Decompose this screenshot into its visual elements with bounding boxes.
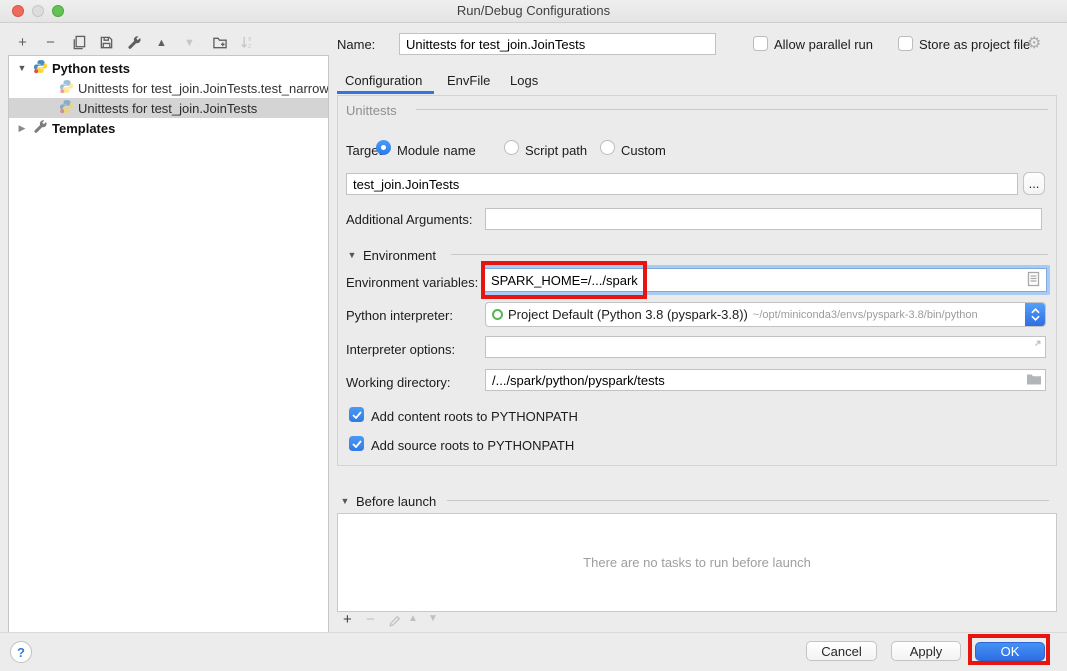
radio-script-path-label: Script path <box>525 143 587 158</box>
edit-task-pencil-icon <box>388 614 402 631</box>
python-interpreter-combobox[interactable]: Project Default (Python 3.8 (pyspark-3.8… <box>485 302 1046 327</box>
cancel-button[interactable]: Cancel <box>806 641 877 661</box>
move-up-button[interactable]: ▲ <box>153 34 170 51</box>
configuration-panel: Unittests Target: Module name Script pat… <box>337 95 1057 466</box>
tree-item-label: Unittests for test_join.JoinTests <box>78 101 257 116</box>
store-as-project-file-label: Store as project file <box>919 37 1030 52</box>
additional-arguments-input[interactable] <box>485 208 1042 230</box>
group-divider <box>416 109 1048 110</box>
chevron-collapsed-icon[interactable]: ▶ <box>17 123 27 134</box>
before-launch-collapse-icon[interactable]: ▼ <box>340 496 350 506</box>
add-task-button[interactable]: + <box>343 611 352 628</box>
before-launch-section-label: Before launch <box>356 494 436 509</box>
environment-variables-value: SPARK_HOME=/.../spark <box>491 273 638 288</box>
apply-button[interactable]: Apply <box>891 641 961 661</box>
python-interpreter-path: ~/opt/miniconda3/envs/pyspark-3.8/bin/py… <box>753 309 978 321</box>
environment-section-label: Environment <box>363 248 436 263</box>
radio-script-path[interactable] <box>504 140 519 155</box>
add-source-roots-label: Add source roots to PYTHONPATH <box>371 438 574 453</box>
edit-templates-wrench-icon[interactable] <box>126 34 143 51</box>
copy-configuration-icon[interactable] <box>70 34 87 51</box>
allow-parallel-run-checkbox[interactable] <box>753 36 768 51</box>
svg-text:a: a <box>247 36 251 43</box>
python-tests-icon <box>33 59 48 77</box>
before-launch-task-list: There are no tasks to run before launch <box>337 513 1057 612</box>
additional-arguments-label: Additional Arguments: <box>346 212 472 227</box>
templates-wrench-icon <box>33 119 48 137</box>
move-down-button: ▼ <box>181 34 198 51</box>
interpreter-options-label: Interpreter options: <box>346 342 455 357</box>
browse-target-button[interactable]: ... <box>1023 172 1045 195</box>
tree-group-label: Templates <box>52 121 115 136</box>
remove-configuration-button[interactable]: − <box>42 34 59 51</box>
python-test-config-icon <box>59 79 74 97</box>
active-tab-underline <box>337 91 434 94</box>
close-window-button[interactable] <box>12 5 24 17</box>
unittests-group-label: Unittests <box>346 103 397 118</box>
chevron-expanded-icon[interactable]: ▼ <box>17 63 27 73</box>
interpreter-options-input[interactable] <box>485 336 1046 358</box>
section-divider <box>447 500 1049 501</box>
radio-custom-label: Custom <box>621 143 666 158</box>
target-module-input[interactable] <box>346 173 1018 195</box>
help-button[interactable]: ? <box>10 641 32 663</box>
store-as-project-file-checkbox[interactable] <box>898 36 913 51</box>
new-folder-icon[interactable] <box>211 34 228 51</box>
python-test-config-icon <box>59 99 74 117</box>
sort-configurations-icon: a z <box>238 34 255 51</box>
expand-field-icon[interactable] <box>1028 339 1042 356</box>
allow-parallel-run-label: Allow parallel run <box>774 37 873 52</box>
tree-item-join-tests-selected[interactable]: Unittests for test_join.JoinTests <box>9 98 328 118</box>
svg-text:z: z <box>247 43 250 50</box>
tab-configuration[interactable]: Configuration <box>345 73 422 88</box>
python-interpreter-label: Python interpreter: <box>346 308 453 323</box>
save-configuration-icon[interactable] <box>98 34 115 51</box>
gear-icon[interactable]: ⚙ <box>1027 33 1041 52</box>
section-divider <box>451 254 1048 255</box>
radio-module-name-label: Module name <box>397 143 476 158</box>
working-directory-input[interactable] <box>485 369 1046 391</box>
tree-group-python-tests[interactable]: ▼ Python tests <box>9 58 328 78</box>
add-source-roots-checkbox[interactable] <box>349 436 364 451</box>
name-label: Name: <box>337 37 375 52</box>
folder-icon[interactable] <box>1026 372 1042 389</box>
tree-item-test-narrow[interactable]: Unittests for test_join.JoinTests.test_n… <box>9 78 328 98</box>
python-interpreter-value: Project Default (Python 3.8 (pyspark-3.8… <box>508 307 748 322</box>
add-content-roots-checkbox[interactable] <box>349 407 364 422</box>
environment-collapse-icon[interactable]: ▼ <box>347 250 357 260</box>
run-debug-configurations-dialog: Run/Debug Configurations + − ▲ ▼ a z ▼ <box>0 0 1067 671</box>
radio-module-name[interactable] <box>376 140 391 155</box>
working-directory-label: Working directory: <box>346 375 451 390</box>
before-launch-empty-message: There are no tasks to run before launch <box>583 555 811 570</box>
combobox-stepper-icon[interactable] <box>1025 303 1045 326</box>
conda-environment-icon <box>492 309 503 320</box>
ok-button[interactable]: OK <box>975 642 1045 661</box>
add-configuration-button[interactable]: + <box>14 34 31 51</box>
tree-item-label: Unittests for test_join.JoinTests.test_n… <box>78 81 328 96</box>
environment-variables-label: Environment variables: <box>346 275 478 290</box>
tree-group-templates[interactable]: ▶ Templates <box>9 118 328 138</box>
browse-environment-variables-icon[interactable] <box>1027 271 1040 290</box>
title-bar: Run/Debug Configurations <box>0 0 1067 23</box>
tab-logs[interactable]: Logs <box>510 73 538 88</box>
radio-custom[interactable] <box>600 140 615 155</box>
tree-group-label: Python tests <box>52 61 130 76</box>
tab-envfile[interactable]: EnvFile <box>447 73 490 88</box>
remove-task-button: − <box>366 611 375 628</box>
minimize-window-button[interactable] <box>32 5 44 17</box>
zoom-window-button[interactable] <box>52 5 64 17</box>
name-input[interactable] <box>399 33 716 55</box>
window-title: Run/Debug Configurations <box>0 0 1067 22</box>
footer-divider <box>0 632 1067 633</box>
configurations-tree: ▼ Python tests Unittests for test_join.J… <box>8 55 329 633</box>
environment-variables-field-focused[interactable]: SPARK_HOME=/.../spark <box>481 265 1050 295</box>
move-task-up-button: ▲ <box>408 613 418 624</box>
add-content-roots-label: Add content roots to PYTHONPATH <box>371 409 578 424</box>
move-task-down-button: ▼ <box>428 613 438 624</box>
